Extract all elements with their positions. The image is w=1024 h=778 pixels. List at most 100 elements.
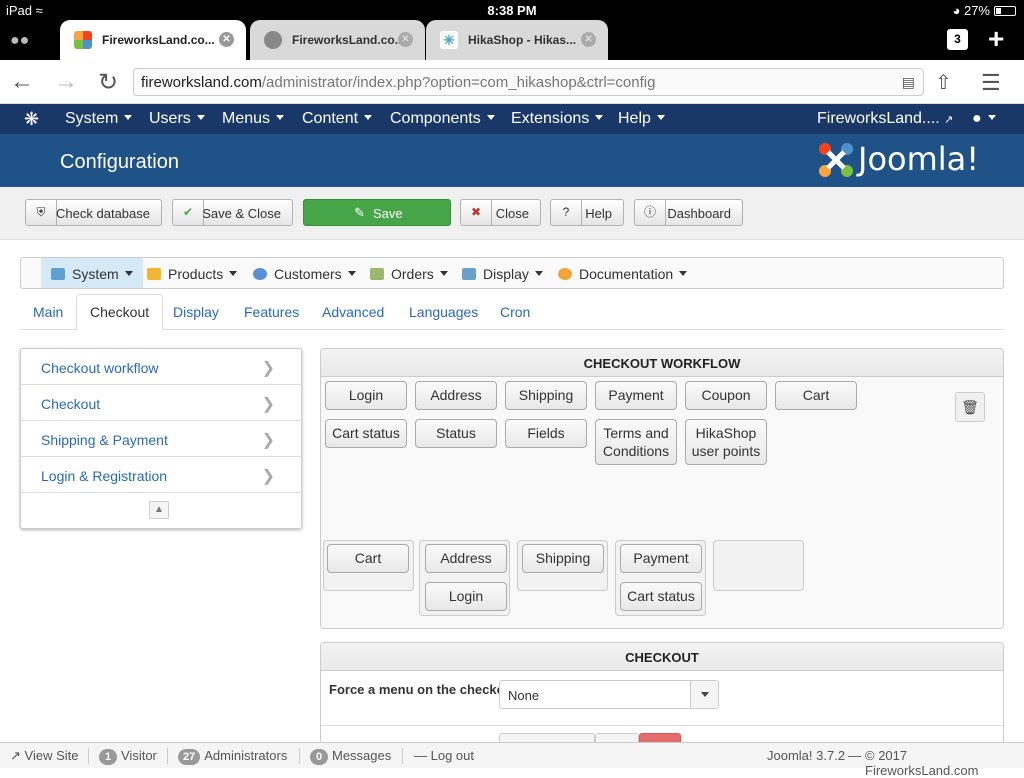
side-nav-checkout-workflow[interactable]: Checkout workflow ❯	[21, 349, 301, 385]
site-link[interactable]: FireworksLand.... ↗	[817, 110, 953, 128]
browser-tab-3[interactable]: ✳ HikaShop - Hikas... ✕	[426, 20, 608, 60]
side-nav-checkout[interactable]: Checkout ❯	[21, 385, 301, 421]
new-tab-icon[interactable]: +	[988, 23, 1004, 55]
caret-down-icon	[679, 271, 688, 276]
workflow-item-fields[interactable]: Fields	[505, 419, 587, 448]
url-input[interactable]: fireworksland.com/administrator/index.ph…	[133, 68, 924, 96]
config-tabs: Main Checkout Display Features Advanced …	[20, 294, 1004, 331]
tab-main[interactable]: Main	[33, 304, 63, 320]
workflow-item-cart-status[interactable]: Cart status	[325, 419, 407, 448]
close-circle-icon: ✖	[461, 200, 492, 225]
workflow-item-shipping[interactable]: Shipping	[505, 381, 587, 410]
joomla-icon[interactable]: ❋	[24, 109, 39, 130]
reload-icon[interactable]: ↻	[98, 68, 118, 97]
step-item-cart[interactable]: Cart	[327, 544, 409, 573]
step-item-cart-status[interactable]: Cart status	[620, 582, 702, 611]
check-database-button[interactable]: ⛨ Check database	[25, 199, 162, 226]
logout-link[interactable]: — Log out	[414, 748, 474, 763]
external-link-icon: ↗	[10, 748, 21, 763]
tab-advanced[interactable]: Advanced	[322, 304, 384, 320]
tab-checkout[interactable]: Checkout	[76, 294, 164, 331]
view-site-link[interactable]: ↗ View Site	[10, 748, 79, 764]
messages-status[interactable]: 0 Messages	[310, 748, 391, 765]
side-nav: Checkout workflow ❯ Checkout ❯ Shipping & …	[20, 348, 302, 529]
user-icon: ●	[972, 110, 982, 127]
page-title: Configuration	[60, 151, 179, 173]
divider	[88, 748, 89, 764]
tab-display[interactable]: Display	[173, 304, 219, 320]
browser-tab-1[interactable]: FireworksLand.co... ✕	[60, 20, 246, 60]
workflow-item-address[interactable]: Address	[415, 381, 497, 410]
step-item-address[interactable]: Address	[425, 544, 507, 573]
save-close-button[interactable]: ✔ Save & Close	[172, 199, 293, 226]
tab-cron[interactable]: Cron	[500, 304, 530, 320]
nav-extensions[interactable]: Extensions	[511, 110, 604, 128]
reader-mode-icon[interactable]: ▤	[902, 74, 915, 91]
hikashop-favicon-icon: ✳	[440, 31, 458, 49]
workflow-step-1[interactable]: Cart	[323, 540, 414, 591]
help-button[interactable]: ? Help	[550, 199, 624, 226]
incognito-icon[interactable]: ●●	[10, 32, 29, 50]
nav-system[interactable]: System	[65, 110, 133, 128]
hika-menu-display[interactable]: Display	[462, 266, 543, 282]
workflow-step-4[interactable]: Payment Cart status	[615, 540, 706, 616]
browser-tab-2[interactable]: FireworksLand.co... ✕	[250, 20, 425, 60]
step-item-shipping[interactable]: Shipping	[522, 544, 604, 573]
step-item-login[interactable]: Login	[425, 582, 507, 611]
nav-content[interactable]: Content	[302, 110, 373, 128]
close-tab-icon[interactable]: ✕	[398, 32, 413, 47]
trash-icon[interactable]: 🗑	[955, 392, 985, 422]
user-menu[interactable]: ●	[972, 110, 996, 128]
forward-icon[interactable]: →	[54, 68, 78, 96]
workflow-step-2[interactable]: Address Login	[419, 540, 510, 616]
hika-menu-products[interactable]: Products	[147, 266, 238, 282]
workflow-item-coupon[interactable]: Coupon	[685, 381, 767, 410]
nav-users[interactable]: Users	[149, 110, 205, 128]
nav-menus[interactable]: Menus	[222, 110, 285, 128]
caret-down-icon	[124, 271, 133, 276]
workflow-item-user-points[interactable]: HikaShop user points	[685, 419, 767, 465]
back-icon[interactable]: ←	[10, 68, 34, 96]
logout-icon: —	[414, 748, 427, 763]
browser-menu-icon[interactable]: ☰	[981, 70, 1001, 96]
close-button[interactable]: ✖ Close	[460, 199, 541, 226]
check-icon: ✔	[173, 200, 204, 225]
caret-down-icon	[987, 115, 996, 120]
dashboard-button[interactable]: ⓘ Dashboard	[634, 199, 743, 226]
workflow-item-payment[interactable]: Payment	[595, 381, 677, 410]
workflow-step-new[interactable]	[713, 540, 804, 591]
scroll-top-icon[interactable]: ▲	[149, 501, 169, 519]
caret-down-icon	[347, 271, 356, 276]
workflow-item-login[interactable]: Login	[325, 381, 407, 410]
hika-menu-orders[interactable]: Orders	[370, 266, 448, 282]
caret-down-icon	[124, 115, 133, 120]
nav-help[interactable]: Help	[618, 110, 665, 128]
step-item-payment[interactable]: Payment	[620, 544, 702, 573]
nav-components[interactable]: Components	[390, 110, 495, 128]
chevron-right-icon: ❯	[261, 360, 275, 377]
hika-menu-system[interactable]: System	[41, 258, 143, 288]
workflow-item-status[interactable]: Status	[415, 419, 497, 448]
tab-features[interactable]: Features	[244, 304, 299, 320]
visitors-status[interactable]: 1 Visitor	[99, 748, 157, 765]
force-menu-select[interactable]: None	[499, 680, 719, 709]
workflow-step-3[interactable]: Shipping	[517, 540, 608, 591]
close-tab-icon[interactable]: ✕	[581, 32, 596, 47]
admins-status[interactable]: 27 Administrators	[178, 748, 287, 765]
save-button[interactable]: ✎ Save	[303, 199, 451, 226]
dash-separator: —	[848, 748, 861, 763]
hika-menu-documentation[interactable]: Documentation	[558, 266, 688, 282]
share-icon[interactable]: ⇧	[935, 70, 952, 95]
close-tab-icon[interactable]: ✕	[219, 32, 234, 47]
side-nav-shipping-payment[interactable]: Shipping & Payment ❯	[21, 421, 301, 457]
hika-menu-customers[interactable]: Customers	[253, 266, 356, 282]
side-nav-login-registration[interactable]: Login & Registration ❯	[21, 457, 301, 493]
chevron-right-icon: ❯	[261, 468, 275, 485]
workflow-item-cart[interactable]: Cart	[775, 381, 857, 410]
device-status-bar: iPad ≈ 8:38 PM ◕ 27%	[0, 0, 1024, 20]
tab-count-button[interactable]: 3	[947, 29, 968, 50]
lock-rotation-icon: ◕	[952, 3, 961, 18]
tab-languages[interactable]: Languages	[409, 304, 478, 320]
checkout-workflow-panel: CHECKOUT WORKFLOW Login Address Shipping…	[320, 348, 1004, 629]
workflow-item-terms[interactable]: Terms and Conditions	[595, 419, 677, 465]
